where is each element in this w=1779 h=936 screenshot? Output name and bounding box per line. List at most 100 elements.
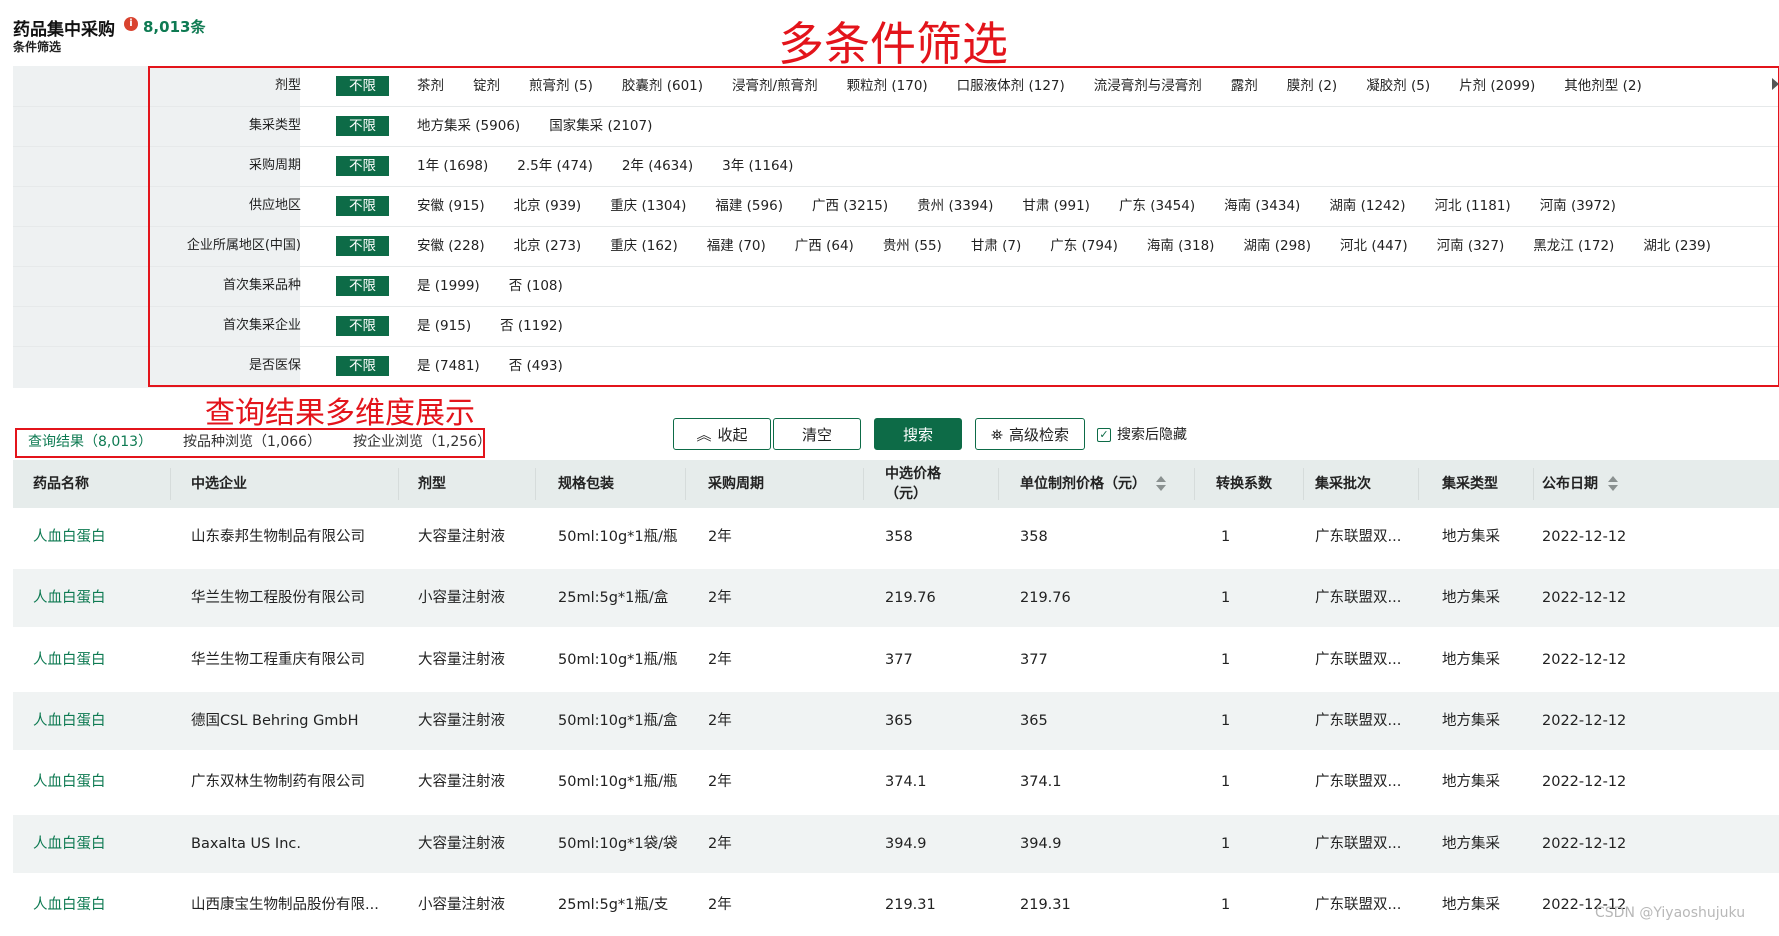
cell-dosage-form: 大容量注射液 (418, 652, 505, 668)
cell-drug-name[interactable]: 人血白蛋白 (33, 753, 106, 811)
sort-icon[interactable] (1608, 476, 1618, 492)
cell-spec: 50ml:10g*1瓶/盒 (558, 713, 678, 729)
cell-period: 2年 (708, 652, 732, 668)
cell-conversion: 1 (1221, 774, 1231, 790)
cell-drug-name[interactable]: 人血白蛋白 (33, 876, 106, 934)
col-divider (863, 468, 864, 500)
cell-publish-date: 2022-12-12 (1542, 590, 1627, 606)
cell-conversion: 1 (1221, 529, 1231, 545)
col-divider (998, 468, 999, 500)
clear-button[interactable]: 清空 (773, 418, 861, 450)
col-divider (535, 468, 536, 500)
col-company[interactable]: 中选企业 (191, 460, 247, 508)
cell-batch: 广东联盟双... (1315, 529, 1402, 545)
hide-after-search-label[interactable]: 搜索后隐藏 (1117, 425, 1187, 445)
col-dosage-form[interactable]: 剂型 (418, 460, 446, 508)
advanced-search-icon: ⛯ (990, 426, 1003, 444)
cell-batch: 广东联盟双... (1315, 652, 1402, 668)
cell-price: 394.9 (885, 836, 927, 852)
cell-dosage-form: 小容量注射液 (418, 590, 505, 606)
cell-company: 华兰生物工程重庆有限公司 (191, 652, 365, 668)
cell-batch: 广东联盟双... (1315, 897, 1402, 913)
cell-price: 219.76 (885, 590, 936, 606)
col-publish-date-label: 公布日期 (1542, 476, 1598, 492)
col-spec[interactable]: 规格包装 (558, 460, 614, 508)
hide-after-search-checkbox[interactable]: ✓ (1097, 428, 1111, 442)
col-batch[interactable]: 集采批次 (1315, 460, 1371, 508)
cell-dosage-form: 小容量注射液 (418, 897, 505, 913)
col-unit-price[interactable]: 单位制剂价格（元） (1020, 460, 1166, 508)
cell-proc-type: 地方集采 (1442, 590, 1500, 606)
table-row[interactable]: 人血白蛋白 山东泰邦生物制品有限公司 大容量注射液 50ml:10g*1瓶/瓶 2年 35… (13, 508, 1779, 566)
cell-batch: 广东联盟双... (1315, 713, 1402, 729)
cell-proc-type: 地方集采 (1442, 774, 1500, 790)
cell-conversion: 1 (1221, 652, 1231, 668)
chevron-up-icon: ︽ (696, 426, 712, 444)
cell-period: 2年 (708, 774, 732, 790)
table-row[interactable]: 人血白蛋白 德国CSL Behring GmbH 大容量注射液 50ml:10g*1瓶… (13, 692, 1779, 750)
col-divider (1194, 468, 1195, 500)
col-divider (1303, 468, 1304, 500)
cell-proc-type: 地方集采 (1442, 836, 1500, 852)
table-row[interactable]: 人血白蛋白 山西康宝生物制品股份有限... 小容量注射液 25ml:5g*1瓶/支 2年… (13, 876, 1779, 934)
tab-query-results[interactable]: 查询结果（8,013） (28, 430, 152, 454)
col-proc-type[interactable]: 集采类型 (1442, 460, 1498, 508)
page-title: 药品集中采购 (13, 20, 115, 40)
info-icon[interactable]: i (124, 17, 138, 31)
table-row[interactable]: 人血白蛋白 广东双林生物制药有限公司 大容量注射液 50ml:10g*1瓶/瓶 2年 37… (13, 753, 1779, 811)
cell-spec: 50ml:10g*1瓶/瓶 (558, 774, 678, 790)
col-period[interactable]: 采购周期 (708, 460, 764, 508)
col-divider (1533, 468, 1534, 500)
tab-by-company[interactable]: 按企业浏览（1,256） (353, 430, 491, 454)
cell-company: 德国CSL Behring GmbH (191, 713, 359, 729)
col-price-line1: 中选价格 (885, 466, 941, 482)
filter-section-title: 条件筛选 (13, 40, 62, 54)
cell-drug-name[interactable]: 人血白蛋白 (33, 692, 106, 750)
cell-batch: 广东联盟双... (1315, 774, 1402, 790)
cell-unit-price: 219.76 (1020, 590, 1071, 606)
cell-spec: 25ml:5g*1瓶/支 (558, 897, 669, 913)
table-header: 药品名称 中选企业 剂型 规格包装 采购周期 中选价格 （元） 单位制剂价格（元… (13, 460, 1779, 508)
table-row[interactable]: 人血白蛋白 Baxalta US Inc. 大容量注射液 50ml:10g*1袋/袋 2… (13, 815, 1779, 873)
cell-conversion: 1 (1221, 897, 1231, 913)
col-price[interactable]: 中选价格 （元） (885, 460, 941, 512)
cell-company: 广东双林生物制药有限公司 (191, 774, 365, 790)
cell-price: 219.31 (885, 897, 936, 913)
cell-unit-price: 219.31 (1020, 897, 1071, 913)
advanced-search-button[interactable]: ⛯ 高级检索 (975, 418, 1085, 450)
table-row[interactable]: 人血白蛋白 华兰生物工程重庆有限公司 大容量注射液 50ml:10g*1瓶/瓶 2年 37… (13, 631, 1779, 689)
cell-publish-date: 2022-12-12 (1542, 836, 1627, 852)
cell-proc-type: 地方集采 (1442, 529, 1500, 545)
cell-drug-name[interactable]: 人血白蛋白 (33, 508, 106, 566)
tab-by-drug[interactable]: 按品种浏览（1,066） (183, 430, 321, 454)
watermark: CSDN @Yiyaoshujuku (1595, 905, 1746, 921)
sort-icon[interactable] (1156, 476, 1166, 492)
search-button[interactable]: 搜索 (874, 418, 962, 450)
cell-conversion: 1 (1221, 713, 1231, 729)
collapse-label: 收起 (717, 426, 748, 444)
col-conversion[interactable]: 转换系数 (1216, 460, 1272, 508)
advanced-search-label: 高级检索 (1009, 426, 1070, 444)
scroll-right-icon[interactable] (1772, 78, 1779, 90)
cell-drug-name[interactable]: 人血白蛋白 (33, 569, 106, 627)
col-divider (170, 468, 171, 500)
table-row[interactable]: 人血白蛋白 华兰生物工程股份有限公司 小容量注射液 25ml:5g*1瓶/盒 2年 219… (13, 569, 1779, 627)
cell-drug-name[interactable]: 人血白蛋白 (33, 631, 106, 689)
annotation-results: 查询结果多维度展示 (205, 396, 475, 431)
cell-period: 2年 (708, 529, 732, 545)
cell-price: 377 (885, 652, 913, 668)
cell-price: 358 (885, 529, 913, 545)
cell-period: 2年 (708, 713, 732, 729)
annotation-box-filter (148, 66, 1779, 387)
cell-unit-price: 377 (1020, 652, 1048, 668)
col-drug-name[interactable]: 药品名称 (33, 460, 89, 508)
col-publish-date[interactable]: 公布日期 (1542, 460, 1618, 508)
cell-drug-name[interactable]: 人血白蛋白 (33, 815, 106, 873)
cell-dosage-form: 大容量注射液 (418, 529, 505, 545)
col-divider (398, 468, 399, 500)
collapse-button[interactable]: ︽ 收起 (673, 418, 771, 450)
cell-unit-price: 358 (1020, 529, 1048, 545)
cell-batch: 广东联盟双... (1315, 590, 1402, 606)
cell-dosage-form: 大容量注射液 (418, 774, 505, 790)
cell-batch: 广东联盟双... (1315, 836, 1402, 852)
